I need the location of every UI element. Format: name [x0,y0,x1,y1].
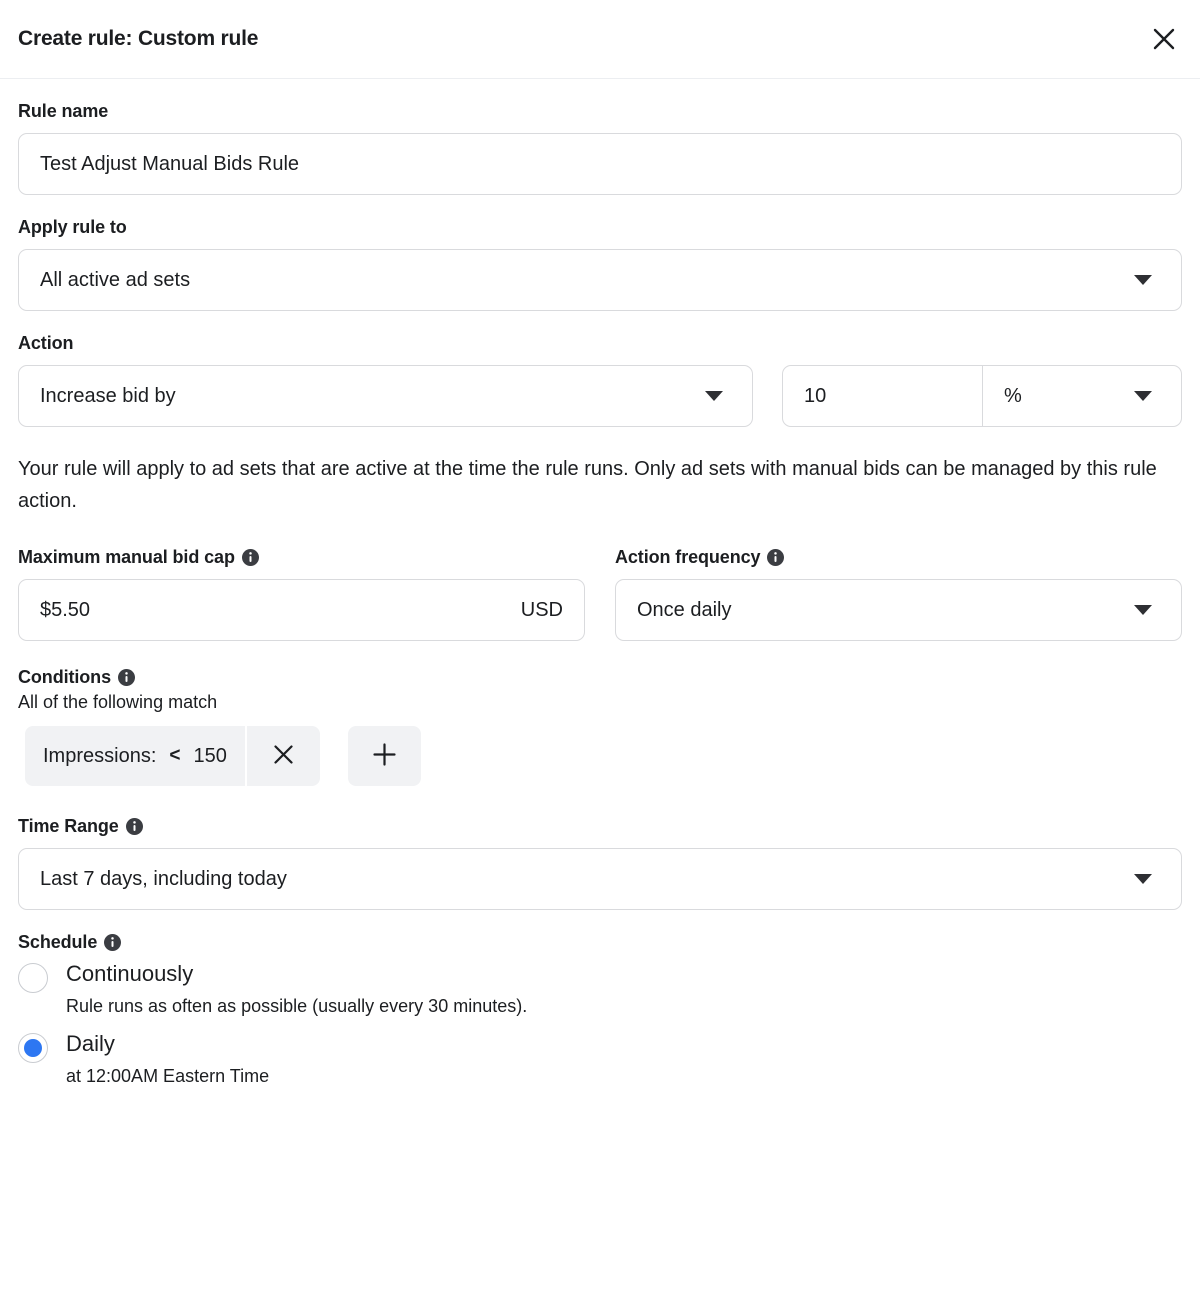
conditions-section: Conditions All of the following match Im… [18,667,1182,786]
time-range-field: Time Range Last 7 days, including today [18,816,1182,910]
condition-value: 150 [193,744,227,767]
action-label: Action [18,333,74,353]
plus-icon [371,741,398,771]
action-type-value: Increase bid by [40,385,176,407]
action-type-select[interactable]: Increase bid by [18,365,753,427]
action-row: Increase bid by 10 % [18,365,1182,427]
rule-name-label: Rule name [18,101,109,121]
conditions-label-text: Conditions [18,667,111,687]
remove-condition-button[interactable] [246,726,320,786]
bid-cap-currency: USD [520,598,563,621]
radio-continuously[interactable] [18,963,48,993]
action-helper-text: Your rule will apply to ad sets that are… [18,458,1157,512]
action-frequency-select[interactable]: Once daily [615,579,1182,641]
time-range-value: Last 7 days, including today [40,868,287,890]
schedule-section: Schedule Continuously Rule runs as often… [18,932,1182,1090]
action-amount-input[interactable]: 10 [783,366,983,426]
conditions-subtext: All of the following match [18,692,218,712]
page-title: Create rule: Custom rule [18,27,259,50]
bid-cap-frequency-row: Maximum manual bid cap $5.50 USD Action … [18,547,1182,641]
conditions-label: Conditions [18,667,1182,688]
action-unit-select[interactable]: % [983,366,1181,426]
time-range-label: Time Range [18,816,1182,837]
chevron-down-icon [1134,275,1152,285]
condition-metric: Impressions: [43,744,157,767]
bid-cap-field: Maximum manual bid cap $5.50 USD [18,547,585,641]
schedule-label: Schedule [18,932,1182,953]
action-amount-group: 10 % [782,365,1182,427]
chevron-down-icon [1134,391,1152,401]
chevron-down-icon [705,391,723,401]
conditions-row: Impressions: < 150 [18,726,1182,786]
schedule-option-label: Daily [66,1031,115,1057]
apply-rule-to-label: Apply rule to [18,217,127,237]
condition-chip[interactable]: Impressions: < 150 [25,726,245,786]
bid-cap-input[interactable]: $5.50 USD [18,579,585,641]
close-icon [1151,26,1177,52]
apply-rule-to-value: All active ad sets [40,269,191,291]
schedule-option-description: Rule runs as often as possible (usually … [66,996,528,1017]
radio-daily[interactable] [18,1033,48,1064]
close-icon [271,742,296,770]
schedule-option-continuously[interactable]: Continuously Rule runs as often as possi… [18,957,1182,1020]
rule-name-field: Rule name Test Adjust Manual Bids Rule [18,101,1182,195]
action-field: Action Increase bid by 10 % [18,333,1182,427]
rule-name-input[interactable]: Test Adjust Manual Bids Rule [18,133,1182,195]
action-amount-value: 10 [804,384,827,407]
dialog-body: Rule name Test Adjust Manual Bids Rule A… [0,79,1200,1090]
info-icon[interactable] [241,549,259,566]
apply-rule-to-select[interactable]: All active ad sets [18,249,1182,311]
action-frequency-label-text: Action frequency [615,547,761,567]
add-condition-button[interactable] [347,726,421,786]
bid-cap-label: Maximum manual bid cap [18,547,585,568]
bid-cap-label-text: Maximum manual bid cap [18,547,235,567]
bid-cap-value: $5.50 [40,599,91,621]
rule-name-value: Test Adjust Manual Bids Rule [40,153,300,175]
close-button[interactable] [1142,17,1186,61]
schedule-option-description: at 12:00AM Eastern Time [66,1066,270,1087]
info-icon[interactable] [117,669,135,686]
info-icon[interactable] [104,934,122,951]
schedule-label-text: Schedule [18,932,98,952]
schedule-option-label: Continuously [66,961,194,986]
time-range-select[interactable]: Last 7 days, including today [18,848,1182,910]
info-icon[interactable] [125,818,143,835]
action-frequency-label: Action frequency [615,547,1182,568]
condition-chip-group: Impressions: < 150 [25,726,320,786]
action-frequency-field: Action frequency Once daily [615,547,1182,641]
condition-operator: < [169,745,181,766]
action-unit-value: % [1004,384,1022,407]
dialog-header: Create rule: Custom rule [0,0,1200,79]
apply-rule-to-field: Apply rule to All active ad sets [18,217,1182,311]
schedule-option-daily[interactable]: Daily at 12:00AM Eastern Time [18,1027,1182,1090]
info-icon[interactable] [767,549,785,566]
action-frequency-value: Once daily [637,599,732,621]
chevron-down-icon [1134,605,1152,615]
time-range-label-text: Time Range [18,816,119,836]
chevron-down-icon [1134,874,1152,884]
